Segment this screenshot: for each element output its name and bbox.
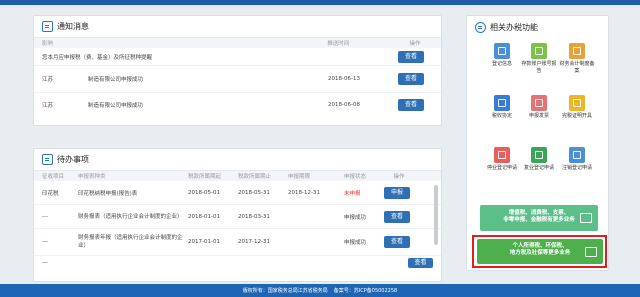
bank-card-icon: [531, 43, 547, 59]
todo-project: ---: [42, 239, 48, 245]
related-function-item[interactable]: 存款账户账号报告: [521, 43, 557, 74]
notification-text: 制造有限公司申报成功: [88, 77, 144, 83]
message-icon: [42, 21, 53, 32]
todo-form: 印花税纳税申报(报告)表: [78, 190, 138, 197]
notification-date: 2018-06-08: [328, 102, 360, 108]
registration-icon: [494, 43, 510, 59]
finance-icon: [569, 43, 585, 59]
todo-deadline: 2018-12-31: [288, 189, 320, 196]
todo-form: 财务报表（适用执行企业会计制度的企业）: [78, 213, 183, 220]
column-header: 税款所属期起: [188, 174, 222, 180]
todo-icon: [42, 154, 53, 165]
footer: 版权所有：国家税务总局江苏省税务局 备案号：苏ICP备05002258: [0, 284, 640, 297]
column-header: 申报状态: [344, 174, 367, 180]
column-header: 推送时间: [327, 41, 350, 47]
column-header: 操作: [393, 174, 405, 180]
notification-text: 您本月应申报税（费、基金）及所征税种提醒: [42, 54, 153, 61]
related-functions-panel: 相关办税功能 登记信息 存款账户账号报告 财务会计制度备案税收协定 申报发票 完税证明开…: [466, 15, 609, 271]
top-bar: [0, 0, 640, 5]
todo-column-header: 征收项目 申报表种类 税款所属期起 税款所属期止 申报期限 申报状态 操作: [34, 171, 441, 181]
related-function-label: 注销登记申请: [561, 165, 592, 171]
related-function-item[interactable]: 申报发票: [521, 95, 557, 120]
vat-business-banner[interactable]: 增值税、消费税、支票、 非零申报、金融税有更多业务: [480, 205, 598, 231]
todo-project: ---: [42, 260, 48, 266]
personal-tax-banner[interactable]: 个人所得税、环保税、 地方税及社保等更多业务: [477, 239, 603, 264]
resume-icon: [531, 147, 547, 163]
todo-header: 待办事项: [34, 149, 441, 171]
table-row: 江苏 制造有限公司申报成功 2018-06-08 查看: [34, 93, 441, 117]
related-function-label: 存款账户账号报告: [521, 61, 557, 74]
view-button[interactable]: 查看: [384, 236, 410, 248]
footer-icp: 备案号：苏ICP备05002258: [333, 288, 398, 294]
declare-button[interactable]: 申报: [384, 186, 410, 199]
footer-copyright: 版权所有：国家税务总局江苏省税务局: [242, 288, 328, 294]
related-function-item[interactable]: 注销登记申请: [559, 147, 595, 172]
view-button[interactable]: 查看: [398, 99, 424, 111]
related-function-label: 停业登记申请: [486, 165, 517, 171]
todo-project: 印花税: [42, 190, 59, 197]
agreement-icon: [494, 95, 510, 111]
notification-date: 2018-06-13: [328, 76, 360, 82]
todo-panel: 待办事项 征收项目 申报表种类 税款所属期起 税款所属期止 申报期限 申报状态 …: [33, 148, 442, 282]
todo-status: 申报成功: [344, 240, 367, 246]
related-title: 相关办税功能: [490, 22, 538, 32]
suspend-icon: [494, 147, 510, 163]
table-row: --- 财务报表年报（适用执行企业会计制度的企业） 2017-01-01 201…: [34, 229, 441, 256]
grid-icon: [475, 21, 486, 33]
related-function-item[interactable]: 完税证明开具: [559, 95, 595, 120]
todo-start: 2018-05-01: [188, 189, 220, 196]
todo-title: 待办事项: [57, 155, 89, 164]
related-function-item[interactable]: 登记信息: [484, 43, 520, 68]
view-button[interactable]: 查看: [408, 258, 433, 268]
todo-end: 2018-03-31: [238, 213, 270, 220]
column-header: 操作: [409, 41, 421, 47]
related-function-item[interactable]: 复业登记申请: [521, 147, 557, 172]
notifications-column-header: 影响 推送时间 操作: [34, 38, 441, 48]
table-row: 江苏 制造有限公司申报成功 2018-06-13 查看: [34, 66, 441, 93]
view-button[interactable]: 查看: [398, 73, 424, 85]
column-header: 税款所属期止: [238, 174, 272, 180]
cancel-registration-icon: [569, 147, 585, 163]
table-row: --- 财务报表（适用执行企业会计制度的企业） 2018-01-01 2018-…: [34, 205, 441, 229]
todo-scrollbar[interactable]: [434, 185, 438, 245]
column-header: 申报表种类: [78, 174, 106, 180]
view-button[interactable]: 查看: [384, 210, 410, 223]
related-function-item[interactable]: 财务会计制度备案: [559, 43, 595, 74]
column-header: 申报期限: [288, 174, 311, 180]
notifications-title: 通知消息: [57, 22, 89, 31]
shortcut-icon: [580, 213, 592, 223]
related-function-label: 税收协定: [491, 113, 512, 119]
todo-status: 未申报: [344, 190, 361, 197]
todo-project: ---: [42, 213, 48, 220]
related-header: 相关办税功能: [467, 16, 608, 38]
table-row: 您本月应申报税（费、基金）及所征税种提醒 查看: [34, 48, 441, 66]
todo-end: 2018-05-31: [238, 189, 270, 196]
certificate-icon: [569, 95, 585, 111]
todo-status: 申报成功: [344, 214, 367, 221]
related-function-label: 登记信息: [491, 61, 512, 67]
table-row: 印花税 印花税纳税申报(报告)表 2018-05-01 2018-05-31 2…: [34, 181, 441, 205]
related-function-item[interactable]: 停业登记申请: [484, 147, 520, 172]
related-function-label: 财务会计制度备案: [559, 61, 595, 74]
todo-start: 2017-01-01: [188, 239, 220, 245]
todo-start: 2018-01-01: [188, 213, 220, 220]
notification-text: 制造有限公司申报成功: [88, 103, 144, 109]
table-row: --- 查看: [34, 256, 441, 270]
related-function-label: 申报发票: [528, 113, 549, 119]
todo-form: 财务报表年报（适用执行企业会计制度的企业）: [78, 235, 183, 249]
notifications-panel: 通知消息 影响 推送时间 操作 您本月应申报税（费、基金）及所征税种提醒 查看 …: [33, 15, 442, 126]
related-function-label: 复业登记申请: [523, 165, 554, 171]
column-header: 征收项目: [42, 174, 65, 180]
related-function-label: 完税证明开具: [561, 113, 592, 119]
shortcut-icon: [585, 247, 597, 257]
notification-region: 江苏: [42, 77, 54, 83]
column-header: 影响: [42, 41, 54, 47]
notification-region: 江苏: [42, 103, 54, 109]
view-button[interactable]: 查看: [398, 50, 424, 63]
notifications-header: 通知消息: [34, 16, 441, 38]
related-function-item[interactable]: 税收协定: [484, 95, 520, 120]
todo-end: 2017-12-31: [238, 239, 270, 245]
invoice-icon: [531, 95, 547, 111]
